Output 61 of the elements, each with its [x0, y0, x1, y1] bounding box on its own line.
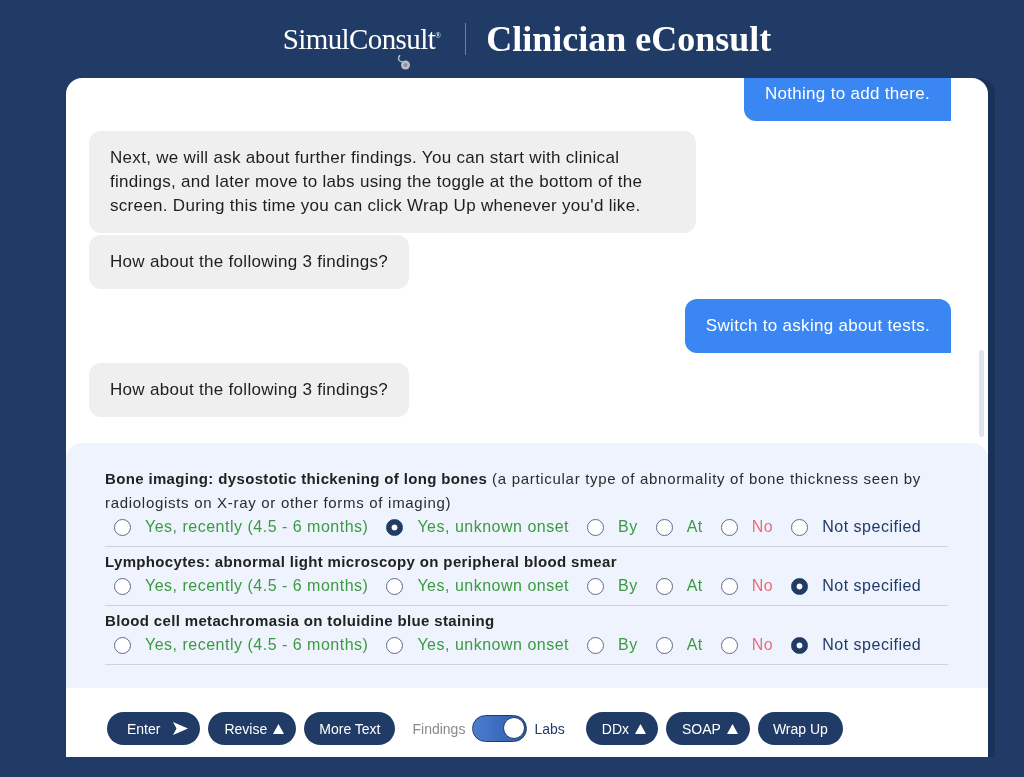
app-title: Clinician eConsult: [486, 19, 772, 59]
option-label: Yes, unknown onset: [417, 518, 569, 536]
option-label: Yes, recently (4.5 - 6 months): [145, 577, 369, 595]
option-label: At: [686, 636, 703, 654]
finding-title: Blood cell metachromasia on toluidine blue staining: [105, 611, 496, 631]
action-button[interactable]: Wrap Up: [757, 712, 843, 745]
radio-button[interactable]: [655, 577, 673, 595]
radio-button[interactable]: [114, 636, 131, 654]
bot-message-bubble: How about the following 3 findings?: [89, 235, 409, 289]
option-label: No: [751, 577, 774, 595]
logo-wordmark: SimulConsult$^{®}$: [282, 23, 442, 55]
option-label: By: [618, 518, 638, 536]
radio-button[interactable]: [386, 518, 404, 536]
user-message-bubble: Nothing to add there.: [743, 78, 951, 121]
option-label: Yes, unknown onset: [417, 636, 569, 654]
radio-button[interactable]: [386, 577, 404, 595]
option-label: No: [751, 636, 774, 654]
scrollbar-thumb[interactable]: [979, 350, 984, 437]
caret-up-icon: [273, 723, 285, 734]
finding-title: Bone imaging: dysostotic thickening of long bones (a particular type of abnormality of bone thickness seen by radiologists on X-ray or other forms of imaging): [105, 469, 923, 513]
radio-button[interactable]: [587, 518, 604, 536]
radio-button[interactable]: [587, 577, 604, 595]
radio-button[interactable]: [655, 636, 673, 654]
option-label: Not specified: [822, 577, 922, 595]
action-button[interactable]: More Text: [304, 712, 396, 745]
option-label: At: [686, 518, 703, 536]
stethoscope-icon: [396, 55, 411, 70]
option-label: Not specified: [822, 636, 922, 654]
option-label: No: [751, 518, 774, 536]
option-label: By: [618, 577, 638, 595]
toggle-label: Findings: [412, 720, 466, 737]
menu-button[interactable]: DDx: [585, 712, 658, 745]
radio-button[interactable]: [114, 577, 131, 595]
radio-button[interactable]: [791, 577, 809, 595]
radio-button[interactable]: [720, 636, 738, 654]
radio-button[interactable]: [791, 636, 809, 654]
menu-button[interactable]: Revise: [208, 712, 297, 745]
bot-message-bubble: Next, we will ask about further findings. You can start with clinical findings, and later move to labs using the toggle at the bottom of the screen. During this time you can click Wrap Up whenever you'd like.: [89, 131, 696, 233]
send-icon: [173, 722, 189, 735]
user-message-bubble: Switch to asking about tests.: [684, 299, 951, 353]
option-label: Yes, recently (4.5 - 6 months): [145, 518, 369, 536]
radio-button[interactable]: [386, 636, 404, 654]
menu-button[interactable]: SOAP: [666, 712, 750, 745]
radio-button[interactable]: [655, 518, 673, 536]
toggle-label: Labs: [534, 720, 565, 737]
caret-up-icon: [726, 723, 738, 734]
radio-button[interactable]: [587, 636, 604, 654]
radio-button[interactable]: [720, 518, 738, 536]
radio-button[interactable]: [720, 577, 738, 595]
finding-title: Lymphocytes: abnormal light microscopy on peripheral blood smear: [105, 552, 618, 572]
option-label: Not specified: [822, 518, 922, 536]
send-button[interactable]: Enter: [107, 712, 201, 745]
radio-button[interactable]: [114, 518, 131, 536]
option-label: By: [618, 636, 638, 654]
radio-button[interactable]: [791, 518, 809, 536]
option-label: Yes, recently (4.5 - 6 months): [145, 636, 369, 654]
option-label: Yes, unknown onset: [417, 577, 569, 595]
bot-message-bubble: How about the following 3 findings?: [89, 363, 409, 417]
option-label: At: [686, 577, 703, 595]
caret-up-icon: [635, 723, 646, 734]
toggle-switch[interactable]: [472, 715, 528, 742]
